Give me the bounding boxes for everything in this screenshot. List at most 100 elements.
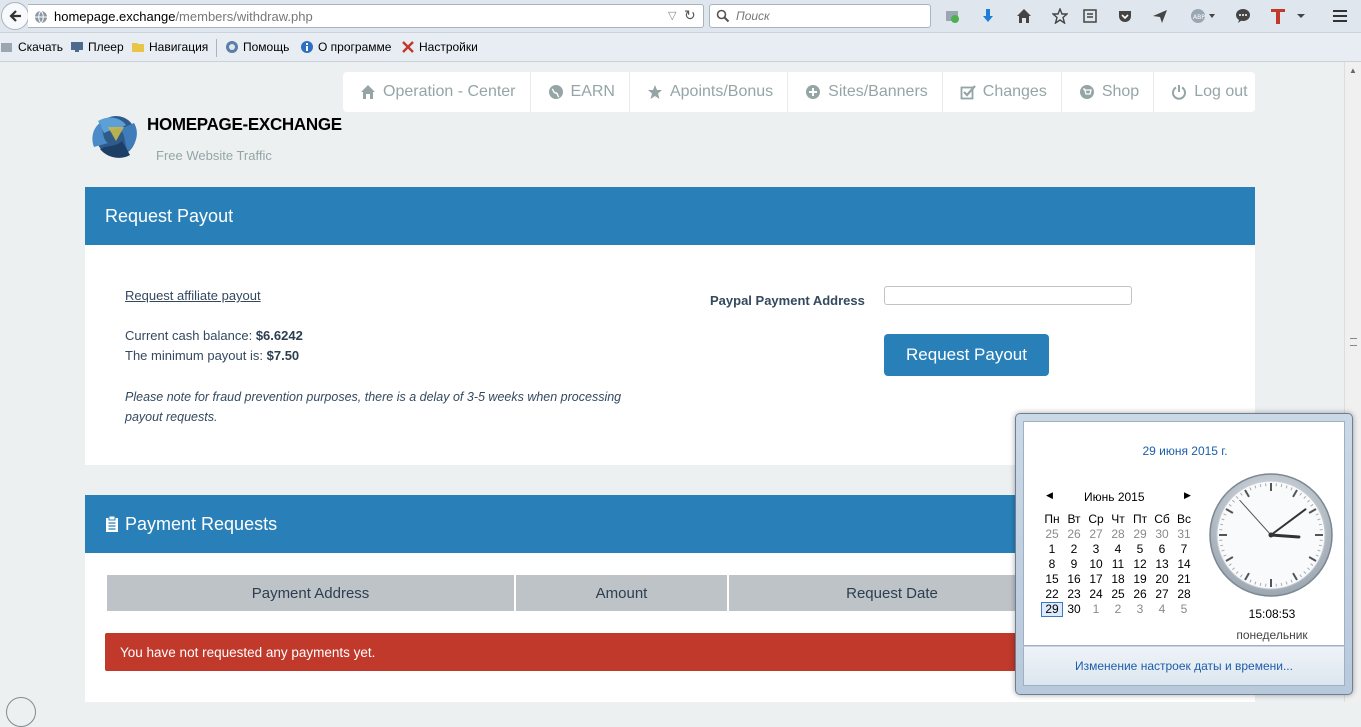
calendar-day[interactable]: 10 [1085, 557, 1107, 572]
prev-month-icon[interactable]: ◀ [1046, 490, 1053, 501]
scroll-up-icon[interactable]: ▲ [1349, 66, 1357, 75]
calendar-day[interactable]: 20 [1151, 572, 1173, 587]
calendar-day[interactable]: 1 [1085, 602, 1107, 617]
bookmarks-separator [216, 39, 217, 57]
calendar-day[interactable]: 4 [1151, 602, 1173, 617]
calendar-day[interactable]: 3 [1085, 542, 1107, 557]
calendar-day[interactable]: 5 [1129, 542, 1151, 557]
calendar-day[interactable]: 23 [1063, 587, 1085, 602]
menu-icon[interactable] [1329, 5, 1351, 27]
weekday-label: понедельник [1227, 628, 1317, 642]
calendar-day-today[interactable]: 29 [1041, 602, 1063, 617]
paypal-address-input[interactable] [884, 286, 1132, 305]
analog-clock [1208, 472, 1334, 598]
calendar-day[interactable]: 31 [1173, 527, 1195, 542]
calendar-day[interactable]: 26 [1063, 527, 1085, 542]
calendar-day[interactable]: 27 [1085, 527, 1107, 542]
translate-t-icon[interactable] [1267, 5, 1289, 27]
bookmark-navigation[interactable]: Навигация [131, 40, 208, 54]
bookmark-settings[interactable]: Настройки [401, 40, 478, 54]
globe-icon [34, 10, 48, 24]
nav-changes[interactable]: Changes [943, 72, 1062, 112]
chevron-down-icon[interactable] [1294, 5, 1308, 27]
clock-tick [1281, 583, 1282, 586]
full-date-link[interactable]: 29 июня 2015 г. [1024, 444, 1346, 458]
pocket-icon[interactable] [1114, 5, 1136, 27]
reading-list-icon[interactable] [1079, 5, 1101, 27]
calendar-day[interactable]: 13 [1151, 557, 1173, 572]
download-icon[interactable] [977, 5, 999, 27]
calendar-day[interactable]: 11 [1107, 557, 1129, 572]
nav-sites-banners[interactable]: Sites/Banners [788, 72, 943, 112]
home-icon[interactable] [1013, 5, 1035, 27]
bookmark-star-icon[interactable] [1049, 5, 1071, 27]
calendar-day[interactable]: 18 [1107, 572, 1129, 587]
month-label[interactable]: Июнь 2015 [1084, 490, 1145, 504]
calendar-day[interactable]: 5 [1173, 602, 1195, 617]
calendar-day[interactable]: 28 [1173, 587, 1195, 602]
calendar-day[interactable]: 7 [1173, 542, 1195, 557]
calendar-day[interactable]: 4 [1107, 542, 1129, 557]
adblock-icon[interactable]: ABP [1188, 5, 1218, 27]
calendar-day[interactable]: 14 [1173, 557, 1195, 572]
chat-icon[interactable] [1232, 5, 1254, 27]
fraud-note: Please note for fraud prevention purpose… [125, 387, 625, 427]
send-icon[interactable] [1149, 5, 1171, 27]
clipboard-icon [105, 515, 119, 533]
calendar-day[interactable]: 15 [1041, 572, 1063, 587]
search-bar[interactable]: Поиск [709, 4, 931, 28]
address-bar[interactable]: homepage.exchange/members/withdraw.php ▽… [28, 4, 704, 28]
calendar-day[interactable]: 22 [1041, 587, 1063, 602]
date-time-settings-link[interactable]: Изменение настроек даты и времени... [1023, 646, 1345, 686]
calendar-day[interactable]: 29 [1129, 527, 1151, 542]
calendar-day[interactable]: 16 [1063, 572, 1085, 587]
request-payout-button[interactable]: Request Payout [884, 334, 1049, 376]
nav-operation-center[interactable]: Operation - Center [343, 72, 531, 112]
weekday-header-row: ПнВтСрЧтПтСбВс [1041, 512, 1195, 527]
bookmark-player[interactable]: Плеер [70, 40, 124, 54]
cart-icon [1079, 84, 1095, 100]
calendar-day[interactable]: 30 [1063, 602, 1085, 617]
calendar-day[interactable]: 28 [1107, 527, 1129, 542]
bookmark-about[interactable]: О программе [300, 40, 391, 54]
calendar-day[interactable]: 21 [1173, 572, 1195, 587]
weekday-header: Чт [1107, 512, 1129, 527]
calendar-day[interactable]: 2 [1107, 602, 1129, 617]
calendar-day[interactable]: 9 [1063, 557, 1085, 572]
bookmark-download[interactable]: Скачать [0, 40, 63, 54]
clock-tick [1260, 484, 1261, 487]
column-request-date[interactable]: Request Date [729, 575, 1055, 611]
weekday-header: Пн [1041, 512, 1063, 527]
nav-log-out[interactable]: Log out [1154, 72, 1261, 112]
nav-earn[interactable]: EARN [531, 72, 630, 112]
calendar-day[interactable]: 1 [1041, 542, 1063, 557]
column-amount[interactable]: Amount [516, 575, 727, 611]
calendar-day[interactable]: 2 [1063, 542, 1085, 557]
search-input: Поиск [736, 9, 770, 23]
calendar-day[interactable]: 25 [1041, 527, 1063, 542]
calendar-day[interactable]: 6 [1151, 542, 1173, 557]
calendar-day[interactable]: 27 [1151, 587, 1173, 602]
calendar-day[interactable]: 19 [1129, 572, 1151, 587]
calendar-day[interactable]: 25 [1107, 587, 1129, 602]
request-payout-header: Request Payout [85, 187, 1255, 245]
calendar-day[interactable]: 26 [1129, 587, 1151, 602]
calendar-day[interactable]: 12 [1129, 557, 1151, 572]
nav-apoints-bonus[interactable]: Apoints/Bonus [630, 72, 788, 112]
next-month-icon[interactable]: ▶ [1184, 490, 1191, 501]
calendar-week: 891011121314 [1041, 557, 1195, 572]
request-affiliate-payout-link[interactable]: Request affiliate payout [125, 288, 261, 303]
nav-shop[interactable]: Shop [1062, 72, 1154, 112]
history-dropdown-icon[interactable]: ▽ [668, 9, 676, 22]
calendar-day[interactable]: 17 [1085, 572, 1107, 587]
calendar-day[interactable]: 3 [1129, 602, 1151, 617]
bookmark-help[interactable]: Помощь [225, 40, 289, 54]
back-button[interactable] [1, 2, 29, 30]
calendar-day[interactable]: 24 [1085, 587, 1107, 602]
calendar-day[interactable]: 8 [1041, 557, 1063, 572]
reload-icon[interactable]: ↻ [684, 7, 696, 24]
column-payment-address[interactable]: Payment Address [107, 575, 514, 611]
scroll-thumb[interactable] [1350, 338, 1357, 346]
addon-icon[interactable] [941, 5, 963, 27]
calendar-day[interactable]: 30 [1151, 527, 1173, 542]
